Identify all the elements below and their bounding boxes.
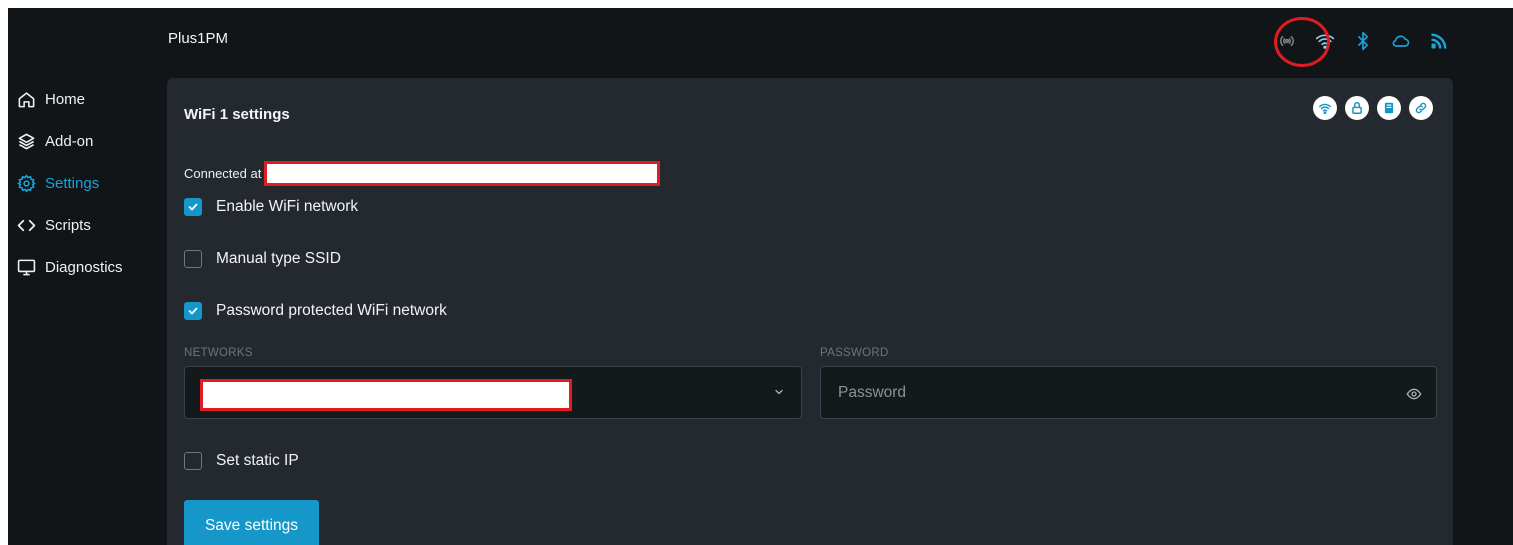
static-ip-label: Set static IP (216, 452, 299, 469)
card-title: WiFi 1 settings (184, 106, 290, 123)
enable-wifi-checkbox-row[interactable]: Enable WiFi network (184, 198, 358, 216)
save-settings-button[interactable]: Save settings (184, 500, 319, 545)
chevron-down-icon (775, 389, 783, 395)
code-icon (16, 215, 36, 235)
bluetooth-icon[interactable] (1344, 28, 1382, 54)
password-protected-label: Password protected WiFi network (216, 302, 447, 319)
password-protected-checkbox-row[interactable]: Password protected WiFi network (184, 302, 447, 320)
home-icon (16, 89, 36, 109)
sidebar-item-scripts[interactable]: Scripts (8, 204, 158, 246)
wifi-icon[interactable] (1313, 96, 1337, 120)
manual-ssid-checkbox[interactable] (184, 250, 202, 268)
sidebar-item-settings[interactable]: Settings (8, 162, 158, 204)
sidebar-item-label: Scripts (45, 216, 91, 234)
password-label: PASSWORD (820, 347, 889, 359)
sidebar-item-label: Add-on (45, 132, 94, 150)
rss-icon[interactable] (1420, 28, 1458, 54)
book-icon[interactable] (1377, 96, 1401, 120)
manual-ssid-label: Manual type SSID (216, 250, 341, 267)
networks-label: NETWORKS (184, 347, 253, 359)
sidebar: Home Add-on Settings Scripts Diagnostics (8, 78, 158, 288)
gear-icon (16, 173, 36, 193)
manual-ssid-checkbox-row[interactable]: Manual type SSID (184, 250, 341, 268)
eye-icon[interactable] (1406, 386, 1422, 402)
sidebar-item-label: Diagnostics (45, 258, 123, 276)
redacted-network-name (200, 379, 572, 411)
layers-icon (16, 131, 36, 151)
enable-wifi-checkbox[interactable] (184, 198, 202, 216)
monitor-icon (16, 257, 36, 277)
wifi-icon[interactable] (1306, 28, 1344, 54)
device-name: Plus1PM (168, 30, 229, 47)
password-input[interactable] (821, 367, 1436, 418)
lock-icon[interactable] (1345, 96, 1369, 120)
password-protected-checkbox[interactable] (184, 302, 202, 320)
static-ip-checkbox-row[interactable]: Set static IP (184, 452, 299, 470)
sidebar-item-diagnostics[interactable]: Diagnostics (8, 246, 158, 288)
static-ip-checkbox[interactable] (184, 452, 202, 470)
link-icon[interactable] (1409, 96, 1433, 120)
password-field[interactable] (820, 366, 1437, 419)
redacted-address (264, 161, 661, 186)
sidebar-item-label: Settings (45, 174, 100, 192)
networks-select[interactable] (184, 366, 802, 419)
cloud-icon[interactable] (1382, 28, 1420, 54)
card-actions (1313, 96, 1433, 120)
sidebar-item-add-on[interactable]: Add-on (8, 120, 158, 162)
broadcast-icon[interactable] (1268, 28, 1306, 54)
sidebar-item-home[interactable]: Home (8, 78, 158, 120)
wifi-settings-card: WiFi 1 settings Connected at Enable WiFi… (167, 78, 1453, 545)
sidebar-item-label: Home (45, 90, 86, 108)
connection-status: Connected at (184, 161, 661, 186)
app-window: Plus1PM Home Add-on Settings Scripts Dia… (8, 8, 1513, 545)
enable-wifi-label: Enable WiFi network (216, 198, 359, 215)
status-icons (1268, 28, 1458, 54)
connected-label: Connected at (184, 166, 262, 181)
